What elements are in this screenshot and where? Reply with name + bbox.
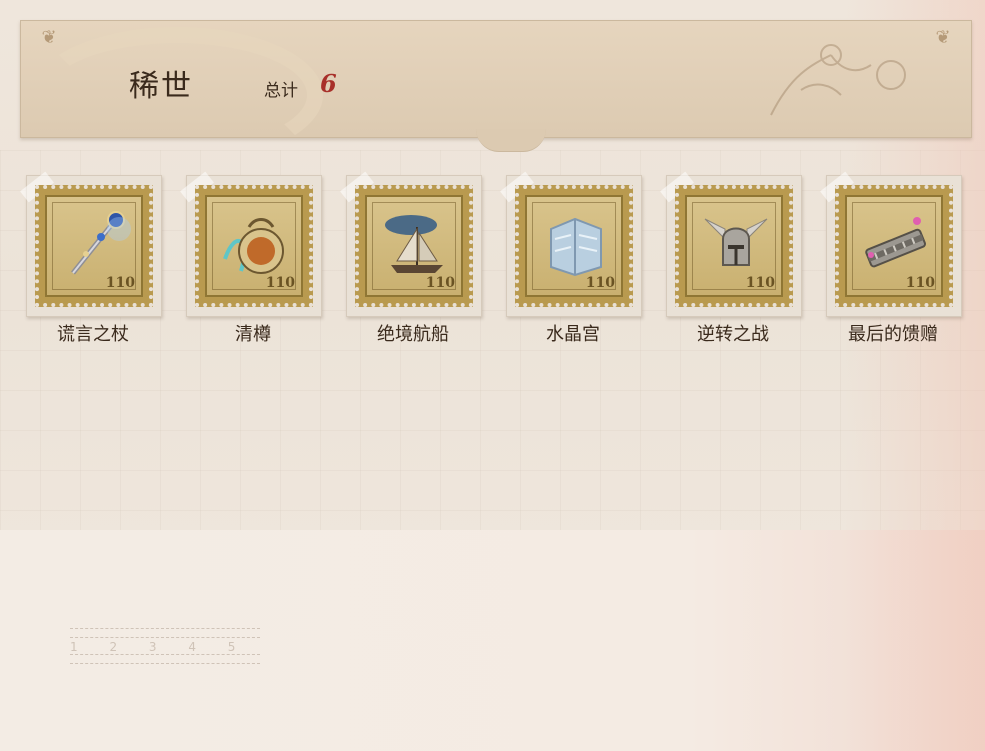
collection-item-wine-vessel[interactable]: 110 清樽 (180, 171, 322, 347)
stamp-frame: 110 (355, 185, 473, 307)
collection-item-crystal-palace[interactable]: 110 水晶宫 (500, 171, 642, 347)
wine-vessel-icon (223, 218, 284, 274)
sailing-ship-icon (385, 215, 443, 273)
stamp-inner: 110 (525, 195, 623, 297)
collection-item-scepter[interactable]: 110 谎言之杖 (20, 171, 162, 347)
scepter-icon (71, 211, 131, 275)
collection-item-ship[interactable]: 110 绝境航船 (340, 171, 482, 347)
item-collection-grid: 110 谎言之杖 110 清樽 110 绝境航船 110 水晶宫 110 逆转之… (20, 171, 966, 355)
stamp-frame: 110 (515, 185, 633, 307)
stamp-value: 110 (745, 275, 775, 291)
total-count: 6 (320, 69, 337, 98)
stamp-frame: 110 (675, 185, 793, 307)
stamp-frame: 110 (195, 185, 313, 307)
stamp-card[interactable]: 110 (180, 171, 322, 317)
stamp-card[interactable]: 110 (340, 171, 482, 317)
ruler-decoration: 1 2 3 4 5 (70, 628, 260, 668)
item-label: 最后的馈赠 (848, 324, 938, 345)
stamp-frame: 110 (835, 185, 953, 307)
item-label: 水晶宫 (546, 324, 600, 345)
ruler-digits: 1 2 3 4 5 (70, 640, 250, 654)
flourish-corner-icon: ❦ (41, 27, 57, 48)
ruler-ticks (70, 628, 260, 638)
collection-item-harmonica[interactable]: 110 最后的馈赠 (820, 171, 962, 347)
stamp-inner: 110 (845, 195, 943, 297)
stamp-value: 110 (585, 275, 615, 291)
stamp-inner: 110 (365, 195, 463, 297)
stamp-value: 110 (265, 275, 295, 291)
stamp-card[interactable]: 110 (660, 171, 802, 317)
stamp-value: 110 (105, 275, 135, 291)
page-title: 稀世 (129, 69, 193, 104)
flower-sketch-icon (770, 44, 906, 116)
winged-helmet-icon (704, 218, 768, 266)
stamp-value: 110 (425, 275, 455, 291)
stamp-frame: 110 (35, 185, 153, 307)
item-label: 清樽 (235, 324, 271, 345)
stamp-card[interactable]: 110 (500, 171, 642, 317)
stamp-inner: 110 (205, 195, 303, 297)
item-label: 绝境航船 (377, 324, 449, 345)
collection-item-winged-helmet[interactable]: 110 逆转之战 (660, 171, 802, 347)
harmonica-icon (865, 217, 926, 268)
stamp-inner: 110 (685, 195, 783, 297)
crystal-palace-icon (550, 217, 602, 277)
total-label: 总计 (264, 81, 298, 101)
stamp-inner: 110 (45, 195, 143, 297)
ruler-ticks-bottom (70, 654, 260, 664)
stamp-card[interactable]: 110 (20, 171, 162, 317)
item-label: 逆转之战 (697, 324, 769, 345)
collection-header-banner: ❦ ❦ 稀世 总计 6 (20, 20, 972, 163)
stamp-card[interactable]: 110 (820, 171, 962, 317)
stamp-value: 110 (905, 275, 935, 291)
item-label: 谎言之杖 (57, 324, 129, 345)
